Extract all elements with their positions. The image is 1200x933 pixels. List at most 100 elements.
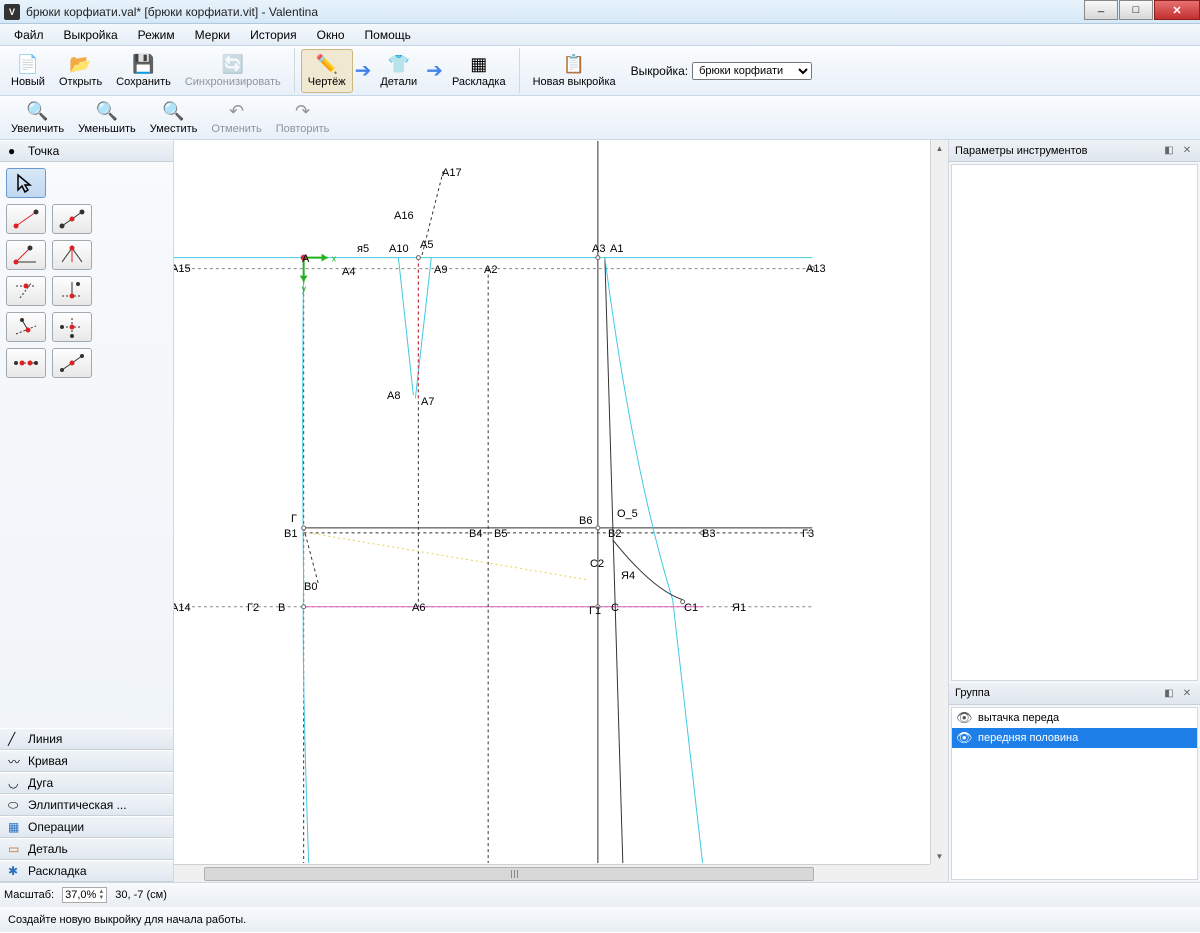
draft-button[interactable]: ✏️ Чертёж — [301, 49, 353, 93]
sync-button[interactable]: 🔄 Синхронизировать — [178, 49, 288, 93]
pattern-svg: x y — [174, 140, 930, 864]
label-C: С — [611, 602, 619, 614]
open-button[interactable]: 📂 Открыть — [52, 49, 109, 93]
dock-float-icon[interactable]: ◧ — [1162, 686, 1176, 700]
draft-icon: ✏️ — [316, 54, 338, 76]
tool-point-triangle[interactable] — [52, 348, 92, 378]
zoom-in-button[interactable]: 🔍 Увеличить — [4, 96, 71, 140]
dock-close-icon[interactable]: ✕ — [1180, 686, 1194, 700]
new-pattern-button[interactable]: 📋 Новая выкройка — [526, 49, 623, 93]
tool-point-line[interactable] — [6, 204, 46, 234]
main-toolbar: 📄 Новый 📂 Открыть 💾 Сохранить 🔄 Синхрони… — [0, 46, 1200, 96]
svg-text:x: x — [332, 254, 337, 264]
label-A1: A1 — [610, 243, 623, 255]
tool-point-midpoint[interactable] — [52, 204, 92, 234]
point-icon: ● — [8, 144, 22, 158]
label-G1: Г1 — [589, 605, 601, 617]
group-item-1[interactable]: 👁 передняя половина — [952, 728, 1197, 748]
label-A17: A17 — [442, 167, 462, 179]
redo-button[interactable]: ↷ Повторить — [269, 96, 337, 140]
save-button[interactable]: 💾 Сохранить — [109, 49, 178, 93]
category-operations[interactable]: ▦Операции — [0, 816, 173, 838]
left-toolbox: ●Точка ╱Линия 〰Кривая ◡Дуга ⬭Эллиптическ… — [0, 140, 174, 882]
menu-measurements[interactable]: Мерки — [185, 26, 240, 44]
label-Ya4: Я4 — [621, 570, 635, 582]
drawing-canvas[interactable]: x y A17 A16 я5 A10 A5 A3 A — [174, 140, 930, 864]
pattern-label: Выкройка: — [631, 64, 688, 78]
right-dock: Параметры инструментов ◧ ✕ Группа ◧ ✕ 👁 … — [948, 140, 1200, 882]
group-dock-title: Группа ◧ ✕ — [949, 683, 1200, 705]
undo-button[interactable]: ↶ Отменить — [204, 96, 268, 140]
arc-icon: ◡ — [8, 776, 22, 790]
tool-pointer[interactable] — [6, 168, 46, 198]
dock-close-icon[interactable]: ✕ — [1180, 144, 1194, 158]
label-B5: B5 — [494, 528, 507, 540]
menu-help[interactable]: Помощь — [355, 26, 421, 44]
zoom-out-icon: 🔍 — [96, 101, 118, 123]
horizontal-scrollbar[interactable] — [174, 864, 930, 882]
category-line[interactable]: ╱Линия — [0, 728, 173, 750]
group-item-0[interactable]: 👁 вытачка переда — [952, 708, 1197, 728]
layout-button[interactable]: ▦ Раскладка — [445, 49, 513, 93]
category-detail[interactable]: ▭Деталь — [0, 838, 173, 860]
category-point[interactable]: ●Точка — [0, 140, 173, 162]
category-elliptical[interactable]: ⬭Эллиптическая ... — [0, 794, 173, 816]
menu-file[interactable]: Файл — [4, 26, 54, 44]
scroll-corner — [930, 864, 948, 882]
pattern-dropdown[interactable]: брюки корфиати — [692, 62, 812, 80]
category-curve[interactable]: 〰Кривая — [0, 750, 173, 772]
label-A2: A2 — [484, 264, 497, 276]
minimize-button[interactable] — [1084, 0, 1118, 20]
save-icon: 💾 — [133, 54, 155, 76]
curve-icon: 〰 — [8, 753, 22, 770]
zoom-out-button[interactable]: 🔍 Уменьшить — [71, 96, 143, 140]
close-button[interactable] — [1154, 0, 1200, 20]
group-item-label: передняя половина — [978, 732, 1078, 744]
layout2-icon: ✱ — [8, 864, 22, 878]
scale-spinner[interactable]: 37,0% ▲▼ — [62, 887, 107, 903]
eye-icon[interactable]: 👁 — [956, 710, 972, 726]
tool-point-perpendicular[interactable] — [52, 276, 92, 306]
coords-display: 30, -7 (см) — [115, 889, 167, 901]
label-C1: С1 — [684, 602, 698, 614]
label-B1: B1 — [284, 528, 297, 540]
details-button[interactable]: 👕 Детали — [373, 49, 424, 93]
new-icon: 📄 — [17, 54, 39, 76]
zoom-toolbar: 🔍 Увеличить 🔍 Уменьшить 🔍 Уместить ↶ Отм… — [0, 96, 1200, 140]
menu-pattern[interactable]: Выкройка — [54, 26, 128, 44]
vertical-scrollbar[interactable]: ▲▼ — [930, 140, 948, 864]
canvas-wrap: x y A17 A16 я5 A10 A5 A3 A — [174, 140, 948, 882]
eye-icon[interactable]: 👁 — [956, 730, 972, 746]
scale-label: Масштаб: — [4, 889, 54, 901]
menubar: Файл Выкройка Режим Мерки История Окно П… — [0, 24, 1200, 46]
tool-point-intersection2[interactable] — [52, 312, 92, 342]
category-layout[interactable]: ✱Раскладка — [0, 860, 173, 882]
tool-point-angle[interactable] — [6, 240, 46, 270]
menu-window[interactable]: Окно — [307, 26, 355, 44]
label-A5: A5 — [420, 239, 433, 251]
menu-mode[interactable]: Режим — [128, 26, 185, 44]
app-icon: V — [4, 4, 20, 20]
category-arc[interactable]: ◡Дуга — [0, 772, 173, 794]
sync-icon: 🔄 — [222, 54, 244, 76]
undo-icon: ↶ — [226, 101, 248, 123]
maximize-button[interactable] — [1119, 0, 1153, 20]
point-tools-grid — [0, 162, 173, 384]
line-icon: ╱ — [8, 732, 22, 746]
open-icon: 📂 — [70, 54, 92, 76]
detail-icon: ▭ — [8, 842, 22, 856]
label-B: B — [278, 602, 285, 614]
label-A8: A8 — [387, 390, 400, 402]
tool-point-intersection[interactable] — [6, 276, 46, 306]
tool-point-along-line[interactable] — [6, 348, 46, 378]
tool-point-height[interactable] — [6, 312, 46, 342]
label-ya5: я5 — [357, 243, 369, 255]
new-button[interactable]: 📄 Новый — [4, 49, 52, 93]
operations-icon: ▦ — [8, 820, 22, 834]
new-pattern-icon: 📋 — [563, 54, 585, 76]
tool-point-bisector[interactable] — [52, 240, 92, 270]
label-A9: A9 — [434, 264, 447, 276]
menu-history[interactable]: История — [240, 26, 307, 44]
dock-float-icon[interactable]: ◧ — [1162, 144, 1176, 158]
zoom-fit-button[interactable]: 🔍 Уместить — [143, 96, 205, 140]
